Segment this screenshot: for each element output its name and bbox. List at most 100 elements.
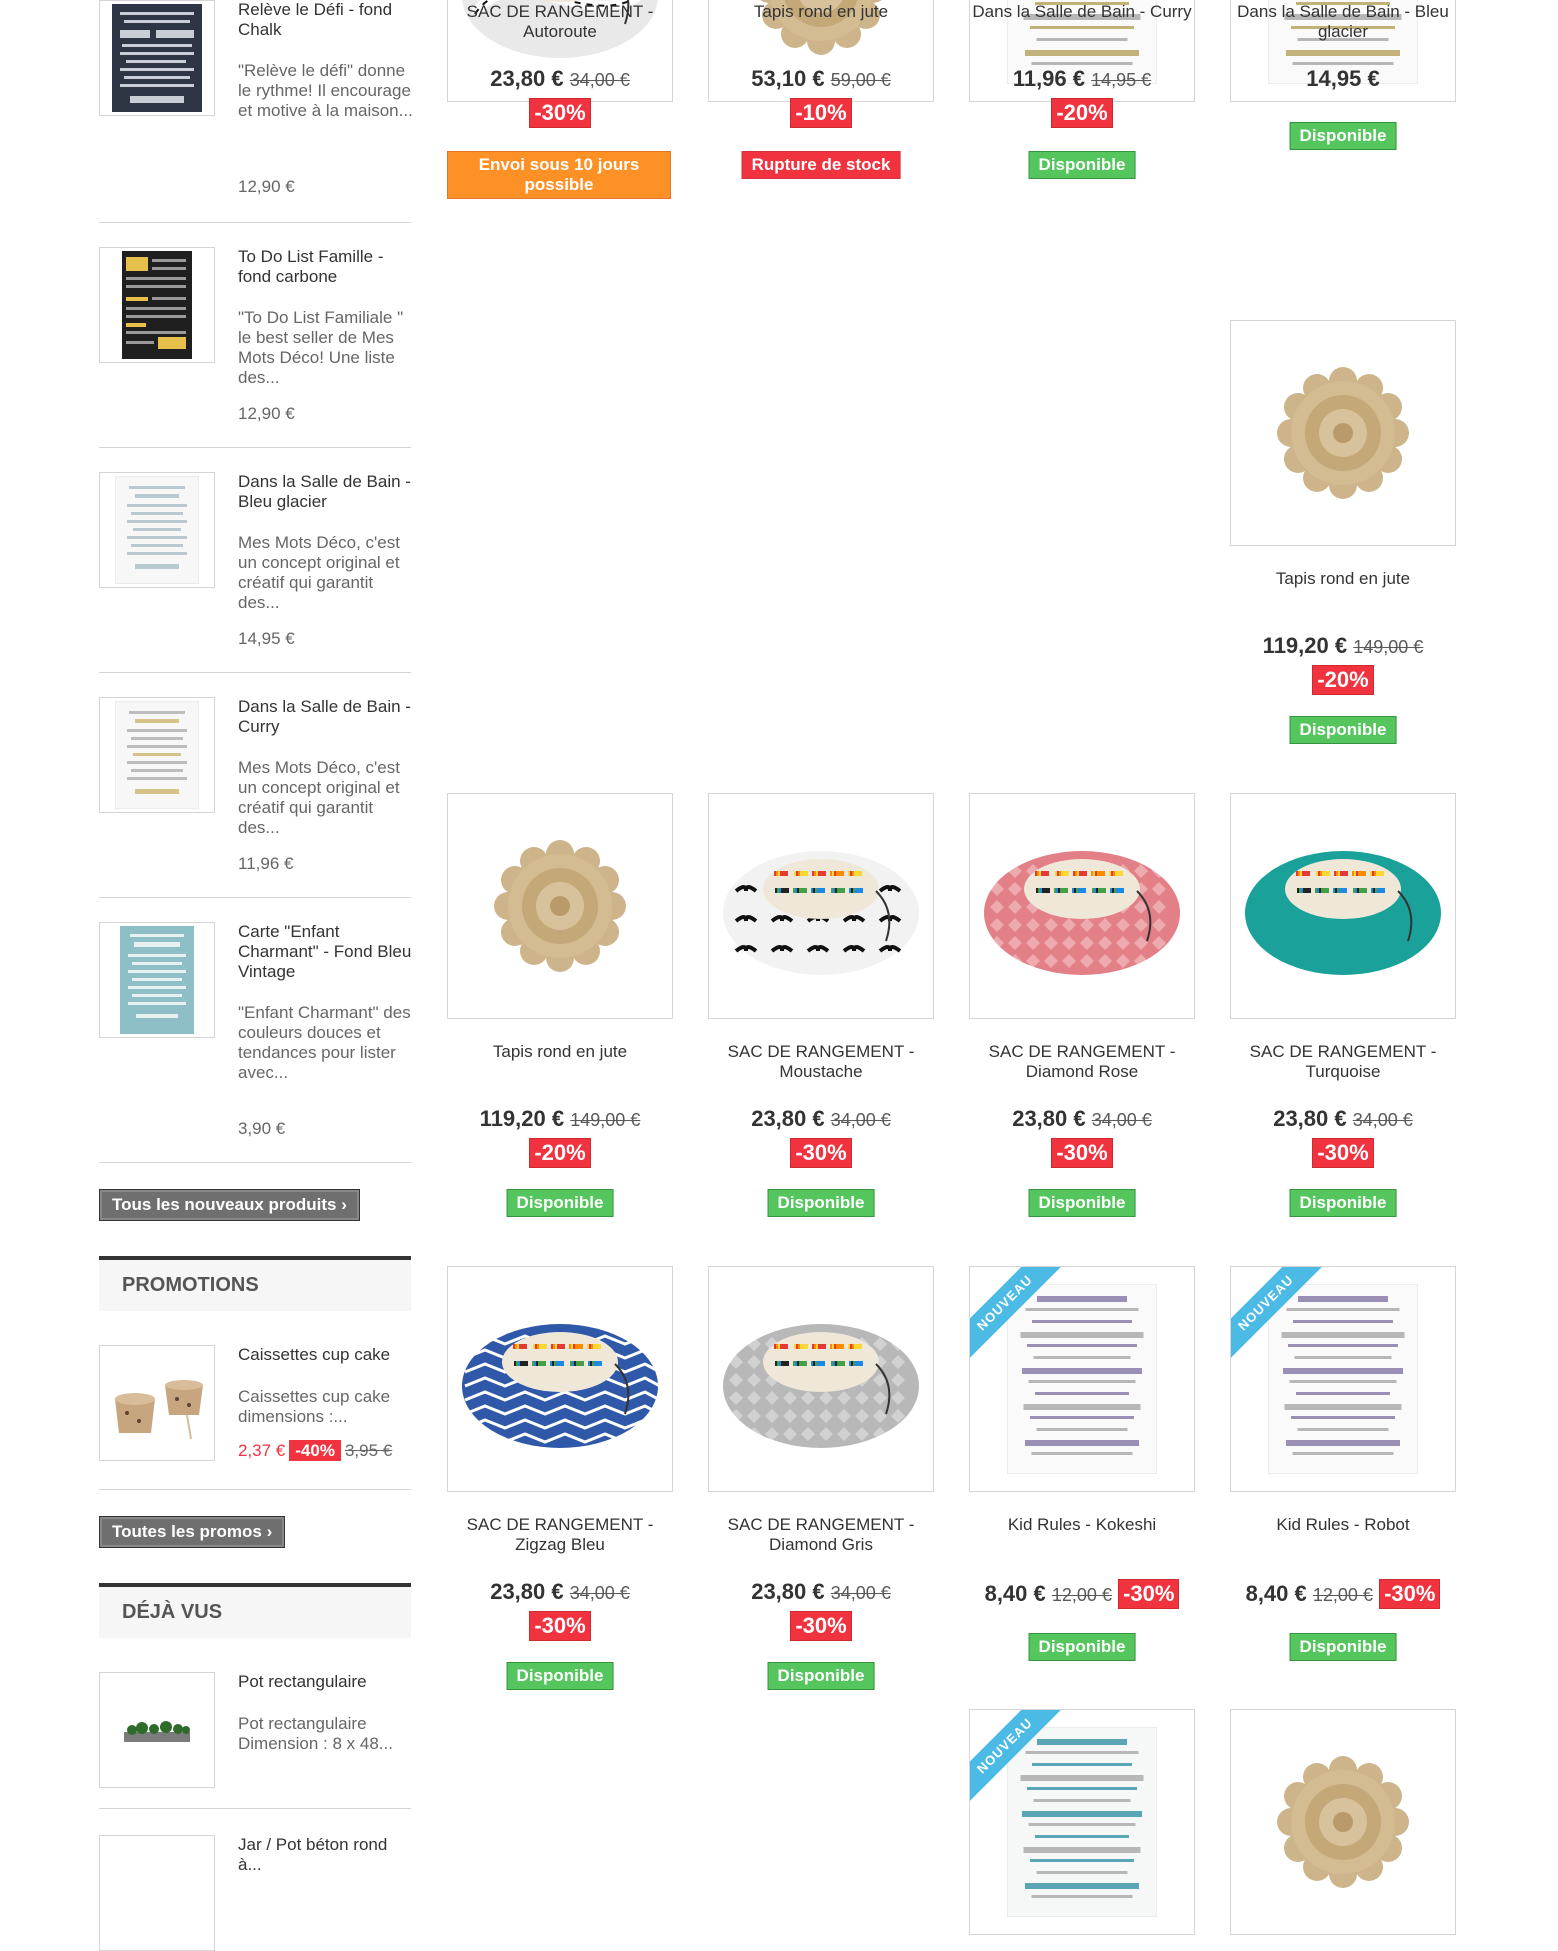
product-name[interactable]: SAC DE RANGEMENT - Autoroute [447, 2, 673, 42]
product-description: "Relève le défi" donne le rythme! Il enc… [238, 61, 413, 120]
current-price: 23,80 € [490, 1579, 564, 1604]
product-thumbnail[interactable] [99, 1345, 215, 1461]
storage-bag-image [723, 851, 919, 975]
product-title[interactable]: Caissettes cup cake [238, 1345, 413, 1365]
old-price: 59,00 € [830, 70, 891, 90]
old-price: 14,95 € [1091, 70, 1152, 90]
product-image[interactable]: NOUVEAU [969, 1709, 1195, 1935]
jute-rug-image [494, 840, 626, 972]
storage-bag-image [462, 1324, 661, 1448]
old-price: 34,00 € [1091, 1110, 1152, 1130]
availability-badge: Disponible [767, 1662, 875, 1690]
price-line: 53,10 € 59,00 € [708, 66, 934, 92]
price-line: 14,95 € [1230, 66, 1456, 92]
cupcake-cases-image [115, 1380, 203, 1440]
product-image[interactable] [969, 793, 1195, 1019]
product-name[interactable]: Tapis rond en jute [708, 2, 934, 22]
product-image[interactable] [1230, 1709, 1456, 1935]
product-name[interactable]: SAC DE RANGEMENT - Turquoise [1230, 1042, 1456, 1082]
card-image [120, 926, 194, 1034]
product-name[interactable]: Kid Rules - Kokeshi [969, 1515, 1195, 1535]
product-name[interactable]: SAC DE RANGEMENT - Diamond Rose [969, 1042, 1195, 1082]
availability-badge: Disponible [1289, 1189, 1397, 1217]
availability-badge: Disponible [1289, 122, 1397, 150]
promo-price-line: 2,37 € -40% 3,95 € [238, 1440, 393, 1461]
product-thumbnail[interactable] [99, 697, 215, 813]
poster-image [112, 4, 202, 112]
ribbon-label: NOUVEAU [1231, 1267, 1322, 1359]
product-thumbnail[interactable] [99, 1672, 215, 1788]
product-thumbnail[interactable] [99, 247, 215, 363]
product-title[interactable]: Jar / Pot béton rond à... [238, 1835, 413, 1875]
product-name[interactable]: SAC DE RANGEMENT - Moustache [708, 1042, 934, 1082]
product-price: 3,90 € [238, 1119, 286, 1138]
price-line: 8,40 € 12,00 € -30% [1230, 1579, 1456, 1609]
product-name[interactable]: Tapis rond en jute [1230, 569, 1456, 589]
current-price: 8,40 € [984, 1581, 1046, 1606]
storage-bag-image [1245, 851, 1441, 975]
product-title[interactable]: Dans la Salle de Bain - Curry [238, 697, 413, 737]
discount-line: -30% [708, 1138, 934, 1168]
product-image[interactable] [447, 793, 673, 1019]
discount-line: -30% [1230, 1138, 1456, 1168]
product-image[interactable] [1230, 793, 1456, 1019]
viewed-products-heading: DÉJÀ VUS [99, 1583, 411, 1638]
availability-badge: Rupture de stock [741, 151, 901, 179]
current-price: 23,80 € [751, 1106, 825, 1131]
all-new-products-button[interactable]: Tous les nouveaux produits › [99, 1189, 360, 1221]
discount-badge: -30% [1051, 1138, 1113, 1168]
product-name[interactable]: SAC DE RANGEMENT - Diamond Gris [708, 1515, 934, 1555]
price-line: 23,80 € 34,00 € [708, 1106, 934, 1132]
product-image[interactable] [708, 1266, 934, 1492]
new-ribbon: NOUVEAU [970, 1267, 1070, 1367]
product-thumbnail[interactable] [99, 472, 215, 588]
old-price: 3,95 € [344, 1441, 393, 1460]
product-name[interactable]: Tapis rond en jute [447, 1042, 673, 1062]
discount-line: -30% [447, 1611, 673, 1641]
current-price: 23,80 € [751, 1579, 825, 1604]
all-promos-button[interactable]: Toutes les promos › [99, 1516, 286, 1548]
product-thumbnail[interactable] [99, 0, 215, 116]
jute-rug-image [1277, 1756, 1409, 1888]
availability-badge: Disponible [767, 1189, 875, 1217]
planter-image [124, 1721, 190, 1742]
product-image[interactable] [447, 1266, 673, 1492]
product-title[interactable]: Carte "Enfant Charmant" - Fond Bleu Vint… [238, 922, 413, 982]
old-price: 149,00 € [570, 1110, 641, 1130]
product-thumbnail[interactable] [99, 1835, 215, 1951]
product-title[interactable]: To Do List Famille - fond carbone [238, 247, 413, 287]
product-title[interactable]: Dans la Salle de Bain - Bleu glacier [238, 472, 413, 512]
old-price: 34,00 € [1352, 1110, 1413, 1130]
old-price: 34,00 € [830, 1110, 891, 1130]
product-thumbnail[interactable] [99, 922, 215, 1038]
old-price: 34,00 € [569, 70, 630, 90]
current-price: 14,95 € [1306, 66, 1380, 91]
current-price: 23,80 € [1273, 1106, 1347, 1131]
divider [99, 447, 411, 448]
button-label: Tous les nouveaux produits [112, 1195, 337, 1214]
product-price: 14,95 € [238, 629, 295, 648]
product-name[interactable]: Dans la Salle de Bain - Bleu glacier [1230, 2, 1456, 42]
product-image[interactable] [708, 793, 934, 1019]
price-line: 23,80 € 34,00 € [708, 1579, 934, 1605]
product-title[interactable]: Relève le Défi - fond Chalk [238, 0, 413, 40]
product-name[interactable]: Kid Rules - Robot [1230, 1515, 1456, 1535]
product-title[interactable]: Pot rectangulaire [238, 1672, 413, 1692]
button-label: Toutes les promos [112, 1522, 262, 1541]
price-line: 11,96 € 14,95 € [969, 66, 1195, 92]
current-price: 23,80 € [490, 66, 564, 91]
chevron-right-icon: › [266, 1522, 273, 1541]
product-image[interactable]: NOUVEAU [1230, 1266, 1456, 1492]
availability-badge: Envoi sous 10 jours possible [447, 151, 671, 199]
current-price: 23,80 € [1012, 1106, 1086, 1131]
product-name[interactable]: Dans la Salle de Bain - Curry [969, 2, 1195, 22]
current-price: 8,40 € [1245, 1581, 1307, 1606]
current-price: 53,10 € [751, 66, 825, 91]
divider [99, 222, 411, 223]
product-image[interactable]: NOUVEAU [969, 1266, 1195, 1492]
product-image[interactable] [1230, 320, 1456, 546]
storage-bag-image [723, 1324, 919, 1448]
promotions-heading: PROMOTIONS [99, 1256, 411, 1311]
discount-badge: -40% [289, 1440, 341, 1461]
product-name[interactable]: SAC DE RANGEMENT - Zigzag Bleu [447, 1515, 673, 1555]
